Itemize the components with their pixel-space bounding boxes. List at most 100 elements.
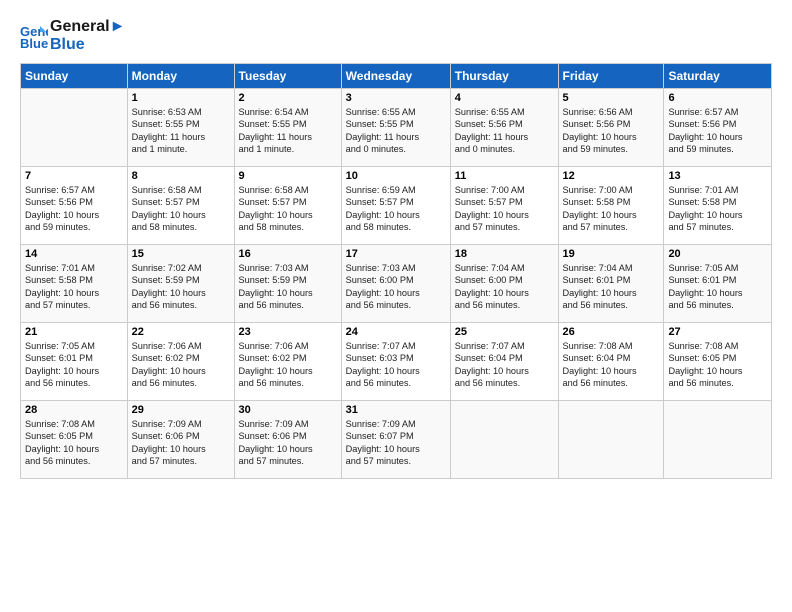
day-info: Sunrise: 6:55 AM Sunset: 5:55 PM Dayligh… xyxy=(346,106,446,156)
day-info: Sunrise: 7:09 AM Sunset: 6:06 PM Dayligh… xyxy=(132,418,230,468)
calendar-cell: 14Sunrise: 7:01 AM Sunset: 5:58 PM Dayli… xyxy=(21,244,128,322)
day-info: Sunrise: 7:07 AM Sunset: 6:04 PM Dayligh… xyxy=(455,340,554,390)
day-number: 7 xyxy=(25,170,123,182)
calendar-cell xyxy=(21,88,128,166)
day-number: 4 xyxy=(455,92,554,104)
calendar-cell: 7Sunrise: 6:57 AM Sunset: 5:56 PM Daylig… xyxy=(21,166,128,244)
calendar-cell: 12 Sunrise: 7:00 AM Sunset: 5:58 PM Dayli… xyxy=(558,166,664,244)
calendar-cell: 23 Sunrise: 7:06 AM Sunset: 6:02 PM Dayli… xyxy=(234,322,341,400)
day-info: Sunrise: 7:00 AM Sunset: 5:57 PM Dayligh… xyxy=(455,184,554,234)
calendar-cell: 10Sunrise: 6:59 AM Sunset: 5:57 PM Dayli… xyxy=(341,166,450,244)
weekday-header-row: SundayMondayTuesdayWednesdayThursdayFrid… xyxy=(21,63,772,88)
calendar-cell: 16 Sunrise: 7:03 AM Sunset: 5:59 PM Dayli… xyxy=(234,244,341,322)
day-info: Sunrise: 7:07 AM Sunset: 6:03 PM Dayligh… xyxy=(346,340,446,390)
day-number: 2 xyxy=(239,92,337,104)
week-row-5: 28 Sunrise: 7:08 AM Sunset: 6:05 PM Dayli… xyxy=(21,400,772,478)
day-number: 28 xyxy=(25,404,123,416)
calendar-cell: 21 Sunrise: 7:05 AM Sunset: 6:01 PM Dayli… xyxy=(21,322,128,400)
day-number: 21 xyxy=(25,326,123,338)
calendar-cell: 24 Sunrise: 7:07 AM Sunset: 6:03 PM Dayli… xyxy=(341,322,450,400)
day-number: 12 xyxy=(563,170,660,182)
weekday-wednesday: Wednesday xyxy=(341,63,450,88)
day-number: 26 xyxy=(563,326,660,338)
day-info: Sunrise: 6:57 AM Sunset: 5:56 PM Dayligh… xyxy=(668,106,767,156)
calendar-cell: 28 Sunrise: 7:08 AM Sunset: 6:05 PM Dayli… xyxy=(21,400,128,478)
day-number: 6 xyxy=(668,92,767,104)
day-info: Sunrise: 7:04 AM Sunset: 6:00 PM Dayligh… xyxy=(455,262,554,312)
logo: General Blue General► Blue xyxy=(20,18,125,55)
day-info: Sunrise: 7:09 AM Sunset: 6:06 PM Dayligh… xyxy=(239,418,337,468)
calendar-cell: 8Sunrise: 6:58 AM Sunset: 5:57 PM Daylig… xyxy=(127,166,234,244)
weekday-saturday: Saturday xyxy=(664,63,772,88)
calendar-cell: 13Sunrise: 7:01 AM Sunset: 5:58 PM Dayli… xyxy=(664,166,772,244)
calendar-cell: 29Sunrise: 7:09 AM Sunset: 6:06 PM Dayli… xyxy=(127,400,234,478)
day-info: Sunrise: 6:55 AM Sunset: 5:56 PM Dayligh… xyxy=(455,106,554,156)
day-number: 27 xyxy=(668,326,767,338)
calendar-cell: 18 Sunrise: 7:04 AM Sunset: 6:00 PM Dayli… xyxy=(450,244,558,322)
day-info: Sunrise: 7:06 AM Sunset: 6:02 PM Dayligh… xyxy=(132,340,230,390)
calendar-cell: 5 Sunrise: 6:56 AM Sunset: 5:56 PM Daylig… xyxy=(558,88,664,166)
weekday-sunday: Sunday xyxy=(21,63,128,88)
day-info: Sunrise: 6:53 AM Sunset: 5:55 PM Dayligh… xyxy=(132,106,230,156)
day-number: 15 xyxy=(132,248,230,260)
day-number: 11 xyxy=(455,170,554,182)
day-info: Sunrise: 6:56 AM Sunset: 5:56 PM Dayligh… xyxy=(563,106,660,156)
day-info: Sunrise: 7:05 AM Sunset: 6:01 PM Dayligh… xyxy=(668,262,767,312)
day-number: 22 xyxy=(132,326,230,338)
day-info: Sunrise: 7:01 AM Sunset: 5:58 PM Dayligh… xyxy=(668,184,767,234)
day-number: 16 xyxy=(239,248,337,260)
weekday-friday: Friday xyxy=(558,63,664,88)
day-info: Sunrise: 7:03 AM Sunset: 6:00 PM Dayligh… xyxy=(346,262,446,312)
calendar-cell: 31 Sunrise: 7:09 AM Sunset: 6:07 PM Dayli… xyxy=(341,400,450,478)
day-info: Sunrise: 7:04 AM Sunset: 6:01 PM Dayligh… xyxy=(563,262,660,312)
day-number: 9 xyxy=(239,170,337,182)
day-info: Sunrise: 7:02 AM Sunset: 5:59 PM Dayligh… xyxy=(132,262,230,312)
calendar-cell xyxy=(664,400,772,478)
logo-icon: General Blue xyxy=(20,22,48,50)
day-number: 23 xyxy=(239,326,337,338)
calendar-cell: 9 Sunrise: 6:58 AM Sunset: 5:57 PM Daylig… xyxy=(234,166,341,244)
calendar-cell: 27Sunrise: 7:08 AM Sunset: 6:05 PM Dayli… xyxy=(664,322,772,400)
weekday-monday: Monday xyxy=(127,63,234,88)
calendar-cell xyxy=(558,400,664,478)
day-info: Sunrise: 7:09 AM Sunset: 6:07 PM Dayligh… xyxy=(346,418,446,468)
day-info: Sunrise: 7:08 AM Sunset: 6:05 PM Dayligh… xyxy=(25,418,123,468)
calendar-cell: 1 Sunrise: 6:53 AM Sunset: 5:55 PM Daylig… xyxy=(127,88,234,166)
day-number: 20 xyxy=(668,248,767,260)
day-number: 25 xyxy=(455,326,554,338)
weekday-tuesday: Tuesday xyxy=(234,63,341,88)
day-info: Sunrise: 7:03 AM Sunset: 5:59 PM Dayligh… xyxy=(239,262,337,312)
day-info: Sunrise: 7:05 AM Sunset: 6:01 PM Dayligh… xyxy=(25,340,123,390)
calendar-table: SundayMondayTuesdayWednesdayThursdayFrid… xyxy=(20,63,772,479)
calendar-cell: 15 Sunrise: 7:02 AM Sunset: 5:59 PM Dayli… xyxy=(127,244,234,322)
day-number: 17 xyxy=(346,248,446,260)
day-info: Sunrise: 7:06 AM Sunset: 6:02 PM Dayligh… xyxy=(239,340,337,390)
day-info: Sunrise: 6:54 AM Sunset: 5:55 PM Dayligh… xyxy=(239,106,337,156)
day-info: Sunrise: 6:58 AM Sunset: 5:57 PM Dayligh… xyxy=(239,184,337,234)
calendar-cell: 30 Sunrise: 7:09 AM Sunset: 6:06 PM Dayli… xyxy=(234,400,341,478)
calendar-cell: 4 Sunrise: 6:55 AM Sunset: 5:56 PM Daylig… xyxy=(450,88,558,166)
calendar-cell: 6 Sunrise: 6:57 AM Sunset: 5:56 PM Daylig… xyxy=(664,88,772,166)
calendar-body: 1 Sunrise: 6:53 AM Sunset: 5:55 PM Daylig… xyxy=(21,88,772,478)
day-info: Sunrise: 7:00 AM Sunset: 5:58 PM Dayligh… xyxy=(563,184,660,234)
week-row-4: 21 Sunrise: 7:05 AM Sunset: 6:01 PM Dayli… xyxy=(21,322,772,400)
page: General Blue General► Blue SundayMondayT… xyxy=(0,0,792,612)
weekday-thursday: Thursday xyxy=(450,63,558,88)
calendar-cell: 2 Sunrise: 6:54 AM Sunset: 5:55 PM Daylig… xyxy=(234,88,341,166)
calendar-cell: 17 Sunrise: 7:03 AM Sunset: 6:00 PM Dayli… xyxy=(341,244,450,322)
week-row-1: 1 Sunrise: 6:53 AM Sunset: 5:55 PM Daylig… xyxy=(21,88,772,166)
day-info: Sunrise: 7:08 AM Sunset: 6:04 PM Dayligh… xyxy=(563,340,660,390)
week-row-3: 14Sunrise: 7:01 AM Sunset: 5:58 PM Dayli… xyxy=(21,244,772,322)
day-number: 8 xyxy=(132,170,230,182)
calendar-cell: 19Sunrise: 7:04 AM Sunset: 6:01 PM Dayli… xyxy=(558,244,664,322)
calendar-cell xyxy=(450,400,558,478)
day-info: Sunrise: 6:59 AM Sunset: 5:57 PM Dayligh… xyxy=(346,184,446,234)
day-number: 1 xyxy=(132,92,230,104)
day-number: 5 xyxy=(563,92,660,104)
day-number: 18 xyxy=(455,248,554,260)
day-number: 24 xyxy=(346,326,446,338)
calendar-cell: 26 Sunrise: 7:08 AM Sunset: 6:04 PM Dayli… xyxy=(558,322,664,400)
day-number: 31 xyxy=(346,404,446,416)
day-number: 30 xyxy=(239,404,337,416)
day-number: 14 xyxy=(25,248,123,260)
